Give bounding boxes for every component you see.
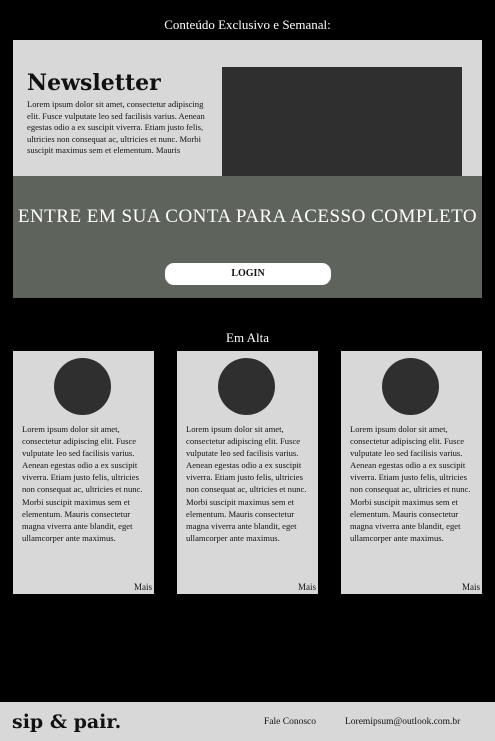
card-more-link[interactable]: Mais <box>298 582 316 592</box>
newsletter-title: Newsletter <box>27 70 161 96</box>
trending-card: Lorem ipsum dolor sit amet, consectetur … <box>341 351 482 594</box>
page-footer: sip & pair. Fale Conosco Loremipsum@outl… <box>0 702 495 741</box>
card-text: Lorem ipsum dolor sit amet, consectetur … <box>350 424 471 543</box>
trending-card: Lorem ipsum dolor sit amet, consectetur … <box>177 351 318 594</box>
login-overlay: ENTRE EM SUA CONTA PARA ACESSO COMPLETO … <box>13 176 482 298</box>
trending-section-title: Em Alta <box>226 330 269 345</box>
card-more-link[interactable]: Mais <box>462 582 480 592</box>
contact-link[interactable]: Fale Conosco <box>264 717 316 727</box>
card-image-placeholder <box>218 358 275 415</box>
login-button[interactable]: LOGIN <box>165 263 331 285</box>
newsletter-section: Newsletter Lorem ipsum dolor sit amet, c… <box>13 40 482 298</box>
newsletter-image-placeholder <box>222 67 462 179</box>
newsletter-preview-text: Lorem ipsum dolor sit amet, consectetur … <box>27 99 205 156</box>
card-text: Lorem ipsum dolor sit amet, consectetur … <box>22 424 143 543</box>
brand-logo[interactable]: sip & pair. <box>12 711 121 733</box>
card-image-placeholder <box>382 358 439 415</box>
card-text: Lorem ipsum dolor sit amet, consectetur … <box>186 424 307 543</box>
login-prompt-message: ENTRE EM SUA CONTA PARA ACESSO COMPLETO <box>17 206 478 227</box>
page-header-title: Conteúdo Exclusivo e Semanal: <box>164 17 331 32</box>
trending-card: Lorem ipsum dolor sit amet, consectetur … <box>13 351 154 594</box>
card-image-placeholder <box>54 358 111 415</box>
card-more-link[interactable]: Mais <box>134 582 152 592</box>
email-link[interactable]: Loremipsum@outlook.com.br <box>345 717 460 727</box>
